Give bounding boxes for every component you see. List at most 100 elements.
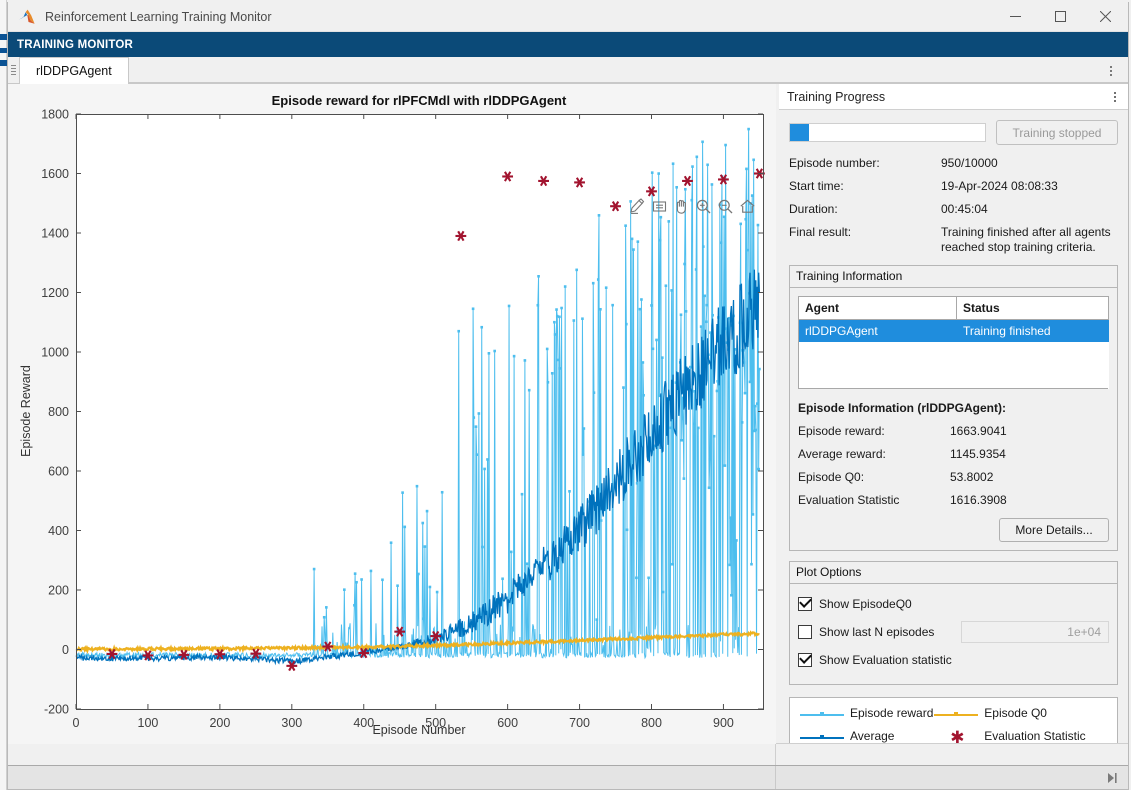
info-row-final-result: Final result: Training finished after al…	[789, 225, 1118, 255]
column-header-agent[interactable]: Agent	[799, 297, 957, 320]
training-progress-bar	[789, 123, 986, 142]
application-window: Reinforcement Learning Training Monitor …	[7, 2, 1129, 790]
plot-options-group: Plot Options Show EpisodeQ0 Show last N …	[789, 561, 1118, 685]
legend-label: Episode Q0	[984, 706, 1047, 720]
document-tab-overflow-menu-icon[interactable]	[1110, 66, 1112, 76]
y-tick-label: 1600	[41, 167, 69, 181]
x-tick-label: 600	[497, 716, 518, 730]
more-details-row: More Details...	[798, 518, 1109, 542]
group-title: Training Information	[790, 266, 1117, 288]
legend-item-evaluation-statistic: ✱ Evaluation Statistic (MeanEpisodeRewar…	[934, 729, 1107, 744]
info-value: 00:45:04	[941, 202, 988, 217]
datatip-icon[interactable]	[650, 197, 669, 216]
episode-info-row-evaluation-statistic: Evaluation Statistic 1616.3908	[798, 493, 1109, 508]
training-information-group: Training Information Agent Status	[789, 265, 1118, 551]
more-details-button[interactable]: More Details...	[999, 518, 1109, 542]
info-value: Training finished after all agents reach…	[941, 225, 1111, 255]
info-label: Episode reward:	[798, 424, 950, 439]
legend-swatch-episode-q0	[934, 708, 978, 722]
info-label: Start time:	[789, 179, 941, 194]
legend-column-left: Episode reward Average reward	[800, 706, 934, 744]
x-tick-label: 400	[353, 716, 374, 730]
option-label: Show last N episodes	[819, 625, 934, 639]
info-row-start-time: Start time: 19-Apr-2024 08:08:33	[789, 179, 1118, 194]
x-tick-label: 900	[713, 716, 734, 730]
training-information-body: Agent Status rlDDPGAgent Training finish…	[790, 288, 1117, 550]
training-progress-header: Training Progress	[779, 84, 1128, 110]
training-progress-body: Training stopped Episode number: 950/100…	[779, 110, 1128, 743]
status-bar-left	[8, 766, 776, 789]
y-tick-label: 200	[48, 584, 69, 598]
training-plot[interactable]: Episode reward for rlPFCMdl with rlDDPGA…	[8, 84, 775, 743]
tab-drag-handle-icon[interactable]	[8, 56, 19, 83]
legend-item-episode-reward: Episode reward	[800, 706, 934, 722]
bottom-strip	[8, 743, 1128, 765]
info-row-duration: Duration: 00:45:04	[789, 202, 1118, 217]
checkbox-show-evaluation-statistic[interactable]	[798, 653, 812, 667]
progress-bar-fill	[790, 124, 809, 141]
y-tick-label: 400	[48, 524, 69, 538]
y-tick-label: 800	[48, 405, 69, 419]
option-label: Show Evaluation statistic	[819, 653, 952, 667]
table-row[interactable]: rlDDPGAgent Training finished	[799, 320, 1109, 343]
chart-svg: Episode reward for rlPFCMdl with rlDDPGA…	[8, 84, 776, 744]
info-value: 19-Apr-2024 08:08:33	[941, 179, 1058, 194]
export-icon[interactable]	[628, 197, 647, 216]
bottom-strip-left	[8, 744, 776, 765]
chart-panel: Episode reward for rlPFCMdl with rlDDPGA…	[8, 84, 776, 743]
legend-label: Episode reward	[850, 706, 933, 720]
pan-hand-icon[interactable]	[672, 197, 691, 216]
training-information-table[interactable]: Agent Status rlDDPGAgent Training finish…	[798, 296, 1109, 389]
legend-item-average-reward: Average reward	[800, 729, 934, 744]
y-tick-label: 1400	[41, 227, 69, 241]
chart-title: Episode reward for rlPFCMdl with rlDDPGA…	[272, 93, 567, 108]
main-split: Episode reward for rlPFCMdl with rlDDPGA…	[8, 84, 1128, 743]
info-value: 1663.9041	[950, 424, 1007, 439]
info-label: Evaluation Statistic	[798, 493, 950, 508]
close-button[interactable]	[1083, 2, 1128, 32]
x-axis-label: Episode Number	[372, 723, 465, 737]
tab-bar-empty-space	[129, 57, 1128, 83]
title-bar: Reinforcement Learning Training Monitor	[8, 2, 1128, 32]
background-window-sliver	[0, 0, 7, 790]
info-label: Episode Q0:	[798, 470, 950, 485]
legend-label: Evaluation Statistic (MeanEpisodeReward)	[984, 729, 1107, 744]
panel-title: Training Progress	[787, 90, 885, 104]
document-tab-rlddpgagent[interactable]: rlDDPGAgent	[19, 57, 129, 84]
last-n-episodes-input[interactable]: 1e+04	[961, 621, 1109, 643]
x-tick-label: 100	[138, 716, 159, 730]
y-tick-label: -200	[44, 703, 69, 717]
toolstrip-tab-training-monitor[interactable]: TRAINING MONITOR	[8, 39, 133, 51]
restore-home-icon[interactable]	[738, 197, 757, 216]
info-label: Final result:	[789, 225, 941, 255]
zoom-out-icon[interactable]	[716, 197, 735, 216]
cell-agent: rlDDPGAgent	[799, 320, 957, 343]
group-title: Plot Options	[790, 562, 1117, 584]
jump-to-end-icon[interactable]	[1106, 772, 1120, 784]
y-tick-label: 0	[62, 643, 69, 657]
legend-label: Average reward	[850, 729, 934, 744]
table-header-row: Agent Status	[799, 297, 1109, 320]
x-tick-label: 300	[281, 716, 302, 730]
minimize-button[interactable]	[993, 2, 1038, 32]
document-tab-label: rlDDPGAgent	[36, 64, 112, 78]
asterisk-marker-icon: ✱	[950, 729, 964, 744]
column-header-status[interactable]: Status	[957, 297, 1109, 320]
episode-info-row-episode-reward: Episode reward: 1663.9041	[798, 424, 1109, 439]
episode-information-heading: Episode Information (rlDDPGAgent):	[798, 401, 1109, 415]
checkbox-show-episode-q0[interactable]	[798, 597, 812, 611]
info-label: Episode number:	[789, 156, 941, 171]
table-empty-row	[799, 342, 1109, 388]
checkbox-show-last-n-episodes[interactable]	[798, 625, 812, 639]
y-tick-label: 1800	[41, 108, 69, 122]
y-tick-label: 1200	[41, 286, 69, 300]
panel-options-menu-icon[interactable]	[1110, 89, 1120, 105]
table-empty-cell	[799, 342, 1109, 388]
maximize-button[interactable]	[1038, 2, 1083, 32]
legend-swatch-evaluation-statistic: ✱	[934, 731, 978, 744]
window-title: Reinforcement Learning Training Monitor	[45, 10, 272, 24]
training-stopped-button[interactable]: Training stopped	[996, 120, 1118, 145]
info-value: 53.8002	[950, 470, 993, 485]
chart-toolbar[interactable]	[628, 197, 757, 216]
zoom-in-icon[interactable]	[694, 197, 713, 216]
